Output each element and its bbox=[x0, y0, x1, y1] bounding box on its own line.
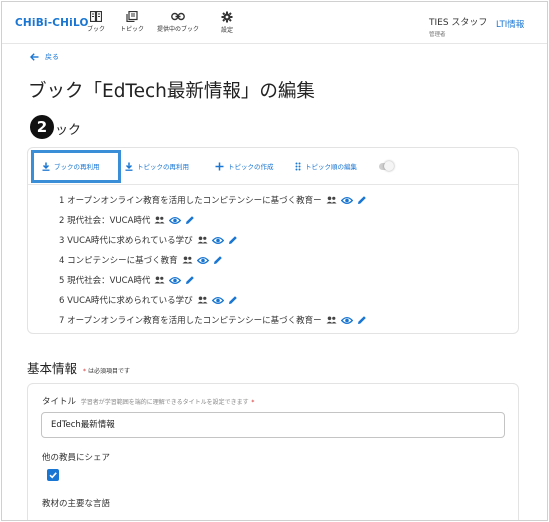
app-logo[interactable]: CHiBi-CHiLO bbox=[15, 17, 89, 29]
eye-icon[interactable] bbox=[169, 216, 182, 225]
share-checkbox[interactable] bbox=[47, 469, 59, 481]
title-required-star: * bbox=[251, 399, 255, 406]
reuse-book-button[interactable]: ブックの再利用 bbox=[42, 161, 100, 171]
plus-icon bbox=[215, 162, 224, 170]
app-window: CHiBi-CHiLO ブック トピック 提供中のブック 設定 TIES スタッ… bbox=[1, 1, 548, 521]
topic-item[interactable]: 5 現代社会：VUCA時代 bbox=[59, 273, 195, 287]
share-label: 他の教員にシェア bbox=[42, 453, 111, 463]
title-label: タイトル bbox=[42, 397, 77, 407]
back-link[interactable]: 戻る bbox=[30, 52, 59, 62]
people-icon bbox=[154, 276, 165, 284]
eye-icon[interactable] bbox=[169, 276, 182, 285]
eye-icon[interactable] bbox=[340, 316, 353, 325]
people-icon bbox=[326, 196, 337, 204]
pencil-icon[interactable] bbox=[185, 215, 195, 225]
pencil-icon[interactable] bbox=[213, 255, 223, 265]
top-header: CHiBi-CHiLO ブック トピック 提供中のブック 設定 TIES スタッ… bbox=[2, 2, 547, 44]
nav-settings-label: 設定 bbox=[221, 27, 234, 34]
check-icon bbox=[49, 472, 57, 479]
reuse-topic-button[interactable]: トピックの再利用 bbox=[125, 161, 189, 171]
pencil-icon[interactable] bbox=[357, 315, 367, 325]
reuse-book-label: ブックの再利用 bbox=[54, 163, 100, 171]
pencil-icon[interactable] bbox=[185, 275, 195, 285]
topic-item[interactable]: 1 オープンオンライン教育を活用したコンピテンシーに基づく教育ー bbox=[59, 193, 367, 207]
topic-label: 7 オープンオンライン教育を活用したコンピテンシーに基づく教育ー bbox=[59, 316, 322, 326]
basic-info-heading: 基本情報 * は必須項目です bbox=[27, 358, 130, 377]
topic-label: 6 VUCA時代に求められている学び bbox=[59, 296, 193, 306]
book-section-title: ック bbox=[55, 123, 82, 138]
link-icon bbox=[171, 12, 185, 21]
topic-icon bbox=[126, 11, 138, 22]
reorder-toggle[interactable] bbox=[379, 161, 394, 171]
topic-label: 5 現代社会：VUCA時代 bbox=[59, 276, 151, 286]
people-icon bbox=[154, 216, 165, 224]
eye-icon[interactable] bbox=[196, 256, 209, 265]
nav-shared-book-label: 提供中のブック bbox=[157, 26, 200, 33]
topic-item[interactable]: 4 コンピテンシーに基づく教育 bbox=[59, 253, 223, 267]
required-note-text: は必須項目です bbox=[87, 368, 130, 375]
topic-item[interactable]: 3 VUCA時代に求められている学び bbox=[59, 233, 238, 247]
topic-item[interactable]: 7 オープンオンライン教育を活用したコンピテンシーに基づく教育ー bbox=[59, 313, 367, 327]
pencil-icon[interactable] bbox=[228, 235, 238, 245]
topic-item[interactable]: 6 VUCA時代に求められている学び bbox=[59, 293, 238, 307]
reorder-topics-button[interactable]: トピック順の編集 bbox=[295, 161, 357, 171]
create-topic-label: トピックの作成 bbox=[228, 163, 274, 171]
download-icon bbox=[125, 162, 133, 171]
reorder-topics-label: トピック順の編集 bbox=[305, 163, 357, 171]
required-mark: * bbox=[83, 368, 87, 375]
people-icon bbox=[326, 316, 337, 324]
basic-info-card: タイトル 学習者が学習範囲を端的に理解できるタイトルを設定できます * EdTe… bbox=[27, 383, 519, 520]
title-field-label: タイトル 学習者が学習範囲を端的に理解できるタイトルを設定できます * bbox=[42, 395, 254, 407]
nav-topic[interactable]: トピック bbox=[120, 11, 144, 33]
nav-settings[interactable]: 設定 bbox=[221, 11, 233, 34]
eye-icon[interactable] bbox=[211, 236, 224, 245]
title-hint: 学習者が学習範囲を端的に理解できるタイトルを設定できます bbox=[80, 399, 249, 406]
people-icon bbox=[197, 236, 208, 244]
download-icon bbox=[42, 162, 50, 171]
lti-info-link[interactable]: LTI情報 bbox=[496, 18, 524, 30]
topic-label: 3 VUCA時代に求められている学び bbox=[59, 236, 193, 246]
required-note: * は必須項目です bbox=[83, 366, 130, 375]
people-icon bbox=[182, 256, 193, 264]
eye-icon[interactable] bbox=[340, 196, 353, 205]
nav-topic-label: トピック bbox=[120, 26, 145, 33]
nav-book-label: ブック bbox=[87, 26, 106, 33]
title-input[interactable]: EdTech最新情報 bbox=[41, 412, 505, 438]
book-card: ブックの再利用 トピックの再利用 トピックの作成 トピック順の編集 1 オープン… bbox=[27, 147, 519, 334]
nav-book[interactable]: ブック bbox=[87, 11, 105, 33]
create-topic-button[interactable]: トピックの作成 bbox=[215, 161, 274, 171]
nav-shared-book[interactable]: 提供中のブック bbox=[157, 11, 199, 33]
arrow-left-icon bbox=[30, 53, 39, 61]
people-icon bbox=[197, 296, 208, 304]
user-menu[interactable]: TIES スタッフ 管理者 bbox=[429, 15, 487, 38]
topic-item[interactable]: 2 現代社会：VUCA時代 bbox=[59, 213, 195, 227]
topic-label: 4 コンピテンシーに基づく教育 bbox=[59, 256, 178, 266]
step-number-badge: 2 bbox=[30, 115, 54, 139]
back-label: 戻る bbox=[45, 53, 59, 61]
drag-handle-icon bbox=[295, 162, 301, 170]
pencil-icon[interactable] bbox=[357, 195, 367, 205]
reuse-topic-label: トピックの再利用 bbox=[137, 163, 189, 171]
topic-label: 1 オープンオンライン教育を活用したコンピテンシーに基づく教育ー bbox=[59, 196, 322, 206]
topic-label: 2 現代社会：VUCA時代 bbox=[59, 216, 151, 226]
book-toolbar: ブックの再利用 トピックの再利用 トピックの作成 トピック順の編集 bbox=[28, 148, 518, 185]
page-title: ブック「EdTech最新情報」の編集 bbox=[28, 81, 315, 102]
basic-info-title: 基本情報 bbox=[27, 361, 78, 376]
user-role: 管理者 bbox=[429, 32, 446, 38]
eye-icon[interactable] bbox=[211, 296, 224, 305]
book-icon bbox=[90, 11, 102, 22]
user-name: TIES スタッフ bbox=[429, 18, 488, 28]
language-label: 教材の主要な言語 bbox=[42, 499, 111, 509]
pencil-icon[interactable] bbox=[228, 295, 238, 305]
gear-icon bbox=[221, 11, 233, 23]
